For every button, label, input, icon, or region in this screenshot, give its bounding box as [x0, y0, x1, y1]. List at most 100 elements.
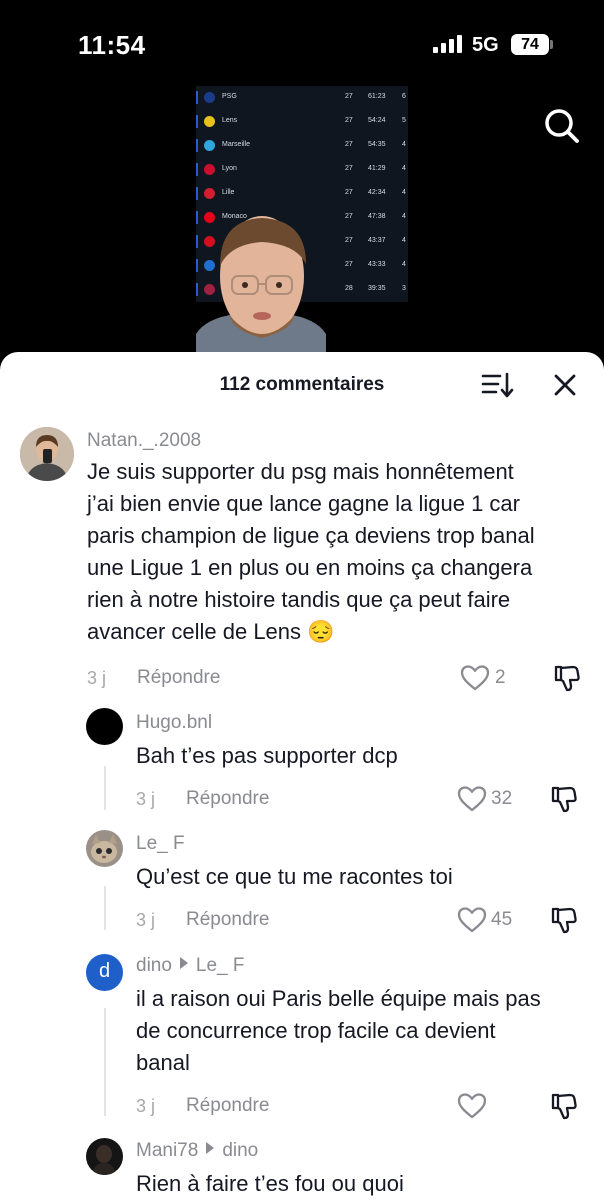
- comment-text-line: Je suis supporter du psg mais honnêtemen…: [87, 459, 514, 484]
- standings-row: Lyon 27 41:29 4: [196, 158, 408, 182]
- reply-to-arrow-icon: [179, 957, 188, 969]
- comment-text-line: avancer celle de Lens 😔: [87, 619, 335, 644]
- comment-text: Qu’est ce que tu me racontes toi: [136, 864, 453, 889]
- video-player[interactable]: PSG 27 61:23 6 Lens 27 54:24 5 Marseille 27 54:35 4…: [0, 0, 604, 360]
- username-text: Mani78: [136, 1140, 199, 1161]
- row-marker: [196, 187, 198, 200]
- comment-time: 3 j: [87, 668, 107, 688]
- goal-ratio: 61:23: [368, 93, 386, 100]
- team-name: PSG: [222, 93, 237, 100]
- search-icon: [545, 109, 579, 143]
- points: 4: [402, 165, 406, 172]
- comment-time: 3 j: [136, 910, 156, 930]
- comment-text-line: de concurrence trop facile ca devient: [136, 1018, 496, 1043]
- thread-line: [104, 766, 106, 810]
- heart-icon[interactable]: [457, 785, 487, 813]
- thread-line: [104, 886, 106, 930]
- creator-video-person: [196, 216, 326, 356]
- points: 4: [402, 261, 406, 268]
- comment-text-line: rien à notre histoire tandis que ça peut…: [87, 587, 511, 612]
- dislike-icon[interactable]: [549, 1091, 579, 1121]
- comment-text: il a raison oui Paris belle équipe mais …: [136, 983, 596, 1079]
- goal-ratio: 39:35: [368, 285, 386, 292]
- team-name: Marseille: [222, 141, 251, 148]
- played-count: 28: [345, 285, 353, 292]
- standings-row: Marseille 27 54:35 4: [196, 134, 408, 158]
- comment-username[interactable]: Le_ F: [136, 833, 185, 855]
- comment-username[interactable]: Hugo.bnl: [136, 712, 212, 734]
- played-count: 27: [345, 117, 353, 124]
- points: 6: [402, 93, 406, 100]
- goal-ratio: 43:37: [368, 237, 386, 244]
- reply-button[interactable]: Répondre: [186, 1095, 269, 1117]
- team-badge-icon: [204, 92, 215, 103]
- avatar[interactable]: d: [86, 954, 123, 991]
- standings-row: Lille 27 42:34 4: [196, 182, 408, 206]
- avatar[interactable]: [86, 830, 123, 867]
- search-button[interactable]: [540, 104, 584, 148]
- goal-ratio: 54:24: [368, 117, 386, 124]
- played-count: 27: [345, 261, 353, 268]
- thread-line: [104, 1008, 106, 1116]
- comment-time: 3 j: [136, 1096, 156, 1116]
- comments-sheet: 112 commentaires Natan._.2008 Je suis su…: [0, 352, 604, 1200]
- avatar[interactable]: [86, 708, 123, 745]
- row-marker: [196, 139, 198, 152]
- avatar-letter: d: [98, 960, 111, 982]
- dislike-icon[interactable]: [552, 663, 582, 693]
- row-marker: [196, 91, 198, 104]
- points: 5: [402, 117, 406, 124]
- team-name: Lyon: [222, 165, 237, 172]
- goal-ratio: 47:38: [368, 213, 386, 220]
- comment-time: 3 j: [136, 789, 156, 809]
- goal-ratio: 54:35: [368, 141, 386, 148]
- dislike-icon[interactable]: [549, 784, 579, 814]
- dislike-icon[interactable]: [549, 905, 579, 935]
- comment-text-line: il a raison oui Paris belle équipe mais …: [136, 986, 541, 1011]
- points: 4: [402, 237, 406, 244]
- reply-to-arrow-icon: [206, 1142, 215, 1154]
- comment-username[interactable]: Mani78 dino: [136, 1140, 258, 1162]
- points: 3: [402, 285, 406, 292]
- reply-button[interactable]: Répondre: [186, 788, 269, 810]
- points: 4: [402, 189, 406, 196]
- avatar[interactable]: [20, 427, 74, 481]
- comment-text: Bah t’es pas supporter dcp: [136, 743, 398, 768]
- avatar[interactable]: [86, 1138, 123, 1175]
- played-count: 27: [345, 165, 353, 172]
- reply-button[interactable]: Répondre: [186, 909, 269, 931]
- played-count: 27: [345, 237, 353, 244]
- team-badge-icon: [204, 140, 215, 151]
- sort-comments-button[interactable]: [480, 370, 514, 400]
- reply-to-username[interactable]: Le_ F: [196, 955, 245, 976]
- goal-ratio: 41:29: [368, 165, 386, 172]
- close-comments-button[interactable]: [550, 370, 580, 400]
- standings-row: PSG 27 61:23 6: [196, 86, 408, 110]
- played-count: 27: [345, 93, 353, 100]
- like-count: 45: [491, 909, 513, 930]
- comment-text-line: banal: [136, 1050, 190, 1075]
- comment-text: Je suis supporter du psg mais honnêtemen…: [87, 456, 592, 648]
- heart-icon[interactable]: [457, 1092, 487, 1120]
- reply-to-username[interactable]: dino: [222, 1140, 258, 1161]
- points: 4: [402, 213, 406, 220]
- points: 4: [402, 141, 406, 148]
- sort-icon: [481, 372, 514, 398]
- heart-icon[interactable]: [460, 664, 490, 692]
- heart-icon[interactable]: [457, 906, 487, 934]
- comment-text-line: une Ligue 1 en plus ou en moins ça chang…: [87, 555, 533, 580]
- standings-row: Lens 27 54:24 5: [196, 110, 408, 134]
- row-marker: [196, 115, 198, 128]
- comment-username[interactable]: Natan._.2008: [87, 430, 201, 452]
- played-count: 27: [345, 213, 353, 220]
- comment-username[interactable]: dino Le_ F: [136, 955, 245, 977]
- comment-text-line: paris champion de ligue ça deviens trop …: [87, 523, 535, 548]
- team-name: Lille: [222, 189, 235, 196]
- close-icon: [554, 374, 576, 396]
- goal-ratio: 42:34: [368, 189, 386, 196]
- like-count: 32: [491, 788, 513, 809]
- team-badge-icon: [204, 116, 215, 127]
- played-count: 27: [345, 189, 353, 196]
- reply-button[interactable]: Répondre: [137, 667, 220, 689]
- goal-ratio: 43:33: [368, 261, 386, 268]
